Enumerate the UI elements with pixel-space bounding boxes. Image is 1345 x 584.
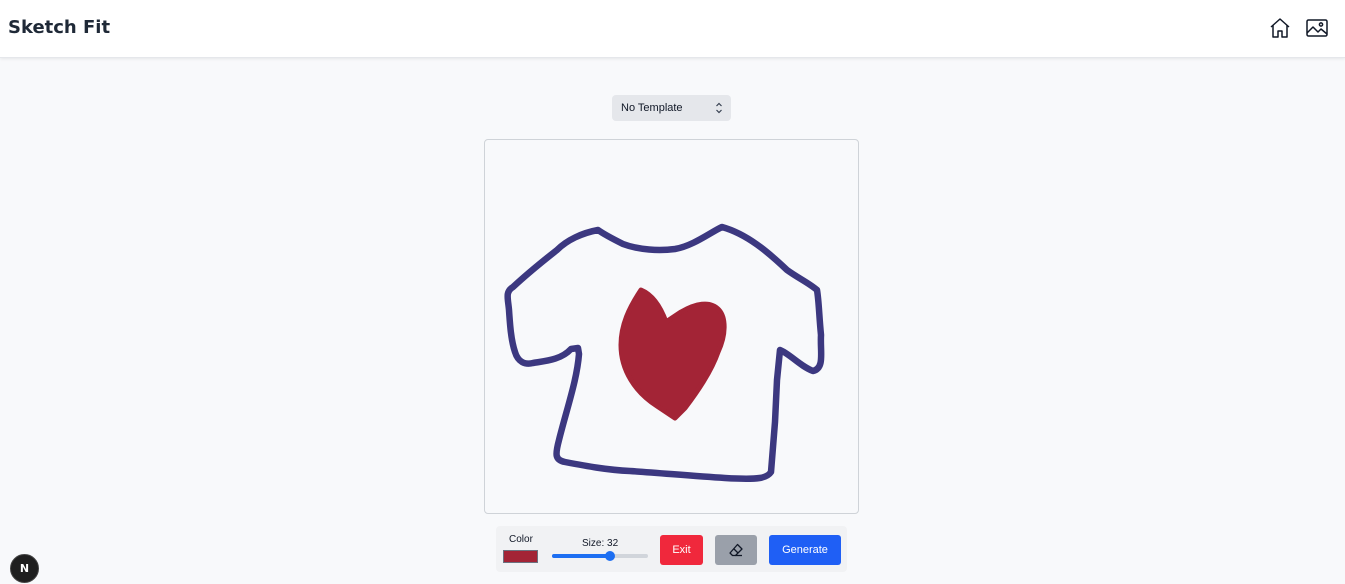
chevron-up-down-icon (716, 102, 722, 114)
drawing-canvas[interactable] (484, 139, 859, 514)
heart-sketch (618, 287, 727, 421)
color-label: Color (509, 534, 533, 545)
app-title: Sketch Fit (8, 17, 111, 38)
size-label: Size: 32 (582, 538, 619, 549)
app-header: Sketch Fit (0, 0, 1345, 58)
color-picker[interactable] (503, 550, 538, 563)
nextjs-badge[interactable]: N (10, 554, 39, 583)
home-icon[interactable] (1268, 16, 1292, 40)
size-slider[interactable] (552, 551, 648, 561)
eraser-icon (729, 543, 743, 557)
exit-button[interactable]: Exit (660, 535, 703, 565)
gallery-icon[interactable] (1305, 16, 1329, 40)
drawing-toolbar: Color Size: 32 Exit Generate (496, 526, 847, 572)
template-select-value: No Template (621, 102, 683, 114)
template-select[interactable]: No Template (612, 95, 731, 121)
size-slider-thumb[interactable] (604, 551, 615, 561)
eraser-button[interactable] (715, 535, 757, 565)
size-slider-fill (552, 554, 610, 558)
generate-button[interactable]: Generate (769, 535, 841, 565)
